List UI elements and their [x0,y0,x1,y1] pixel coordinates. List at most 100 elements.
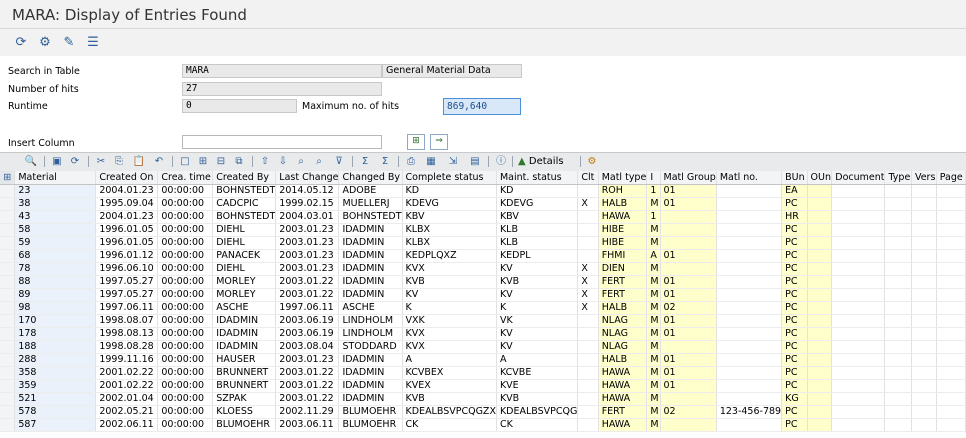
column-header[interactable]: Vers [911,171,937,185]
column-header[interactable]: BUn [781,171,808,185]
table-row[interactable]: 43 2004.01.23 00:00:00 BOHNSTEDT 2004.03.01 B… [0,210,966,224]
table-row[interactable]: 58 1996.01.05 00:00:00 DIEHL 2003.01.23 IDADM… [0,223,966,237]
row-selector[interactable] [0,262,16,276]
table-row[interactable]: 98 1997.06.11 00:00:00 ASCHE 1997.06.11 ASCHE… [0,301,966,315]
paste-icon[interactable]: 📋 [130,154,148,169]
select-all-icon[interactable]: ▣ [50,154,64,169]
find-icon[interactable]: ⌕ [294,154,308,169]
row-selector[interactable] [0,353,16,367]
table-cell: 1999.11.16 [95,353,159,367]
find-next-icon[interactable]: ⌕ [312,154,326,169]
table-row[interactable]: 578 2002.05.21 00:00:00 KLOESS 2002.11.29 BLU… [0,405,966,419]
row-selector[interactable] [0,314,16,328]
settings-icon[interactable]: ⚙ [585,154,599,169]
row-selector[interactable] [0,366,16,380]
row-selector[interactable] [0,288,16,302]
table-row[interactable]: 23 2004.01.23 00:00:00 BOHNSTEDT 2014.05.12 A… [0,184,966,198]
table-cell: PC [781,353,808,367]
table-row[interactable]: 288 1999.11.16 00:00:00 HAUSER 2003.01.23 IDA… [0,353,966,367]
table-row[interactable]: 587 2002.06.11 00:00:00 BLUMOEHR 2003.06.11 B… [0,418,966,432]
table-cell: 2003.08.04 [275,340,340,354]
sum-icon[interactable]: Σ [358,154,372,169]
table-row[interactable]: 38 1995.09.04 00:00:00 CADCPIC 1999.02.15 MUE… [0,197,966,211]
views-icon[interactable]: ▦ [422,154,440,169]
subtotal-icon[interactable]: Σ [376,154,394,169]
row-selector[interactable] [0,379,16,393]
refresh-icon[interactable]: ⟳ [68,154,82,169]
column-header[interactable]: Changed By [338,171,403,185]
column-header[interactable]: Created By [212,171,277,185]
sort-descending-icon[interactable]: ⇩ [276,154,290,169]
row-selector[interactable] [0,236,16,250]
insert-column-button[interactable]: ⊞ [407,134,425,150]
table-cell: KVX [402,327,497,341]
search-icon[interactable]: 🔍 [24,154,38,169]
row-selector[interactable] [0,418,16,432]
column-header[interactable]: Maint. status [496,171,579,185]
max-hits-input[interactable]: 869,640 [443,98,521,115]
column-header[interactable]: Clt [577,171,599,185]
table-row[interactable]: 188 1998.08.28 00:00:00 IDADMIN 2003.08.04 ST… [0,340,966,354]
row-selector[interactable] [0,275,16,289]
row-selector[interactable] [0,327,16,341]
column-header[interactable]: Matl Group [660,171,717,185]
insert-row-icon[interactable]: ⊞ [196,154,210,169]
sort-ascending-icon[interactable]: ⇧ [258,154,272,169]
list-icon[interactable]: ☰ [84,33,102,51]
export-icon[interactable]: ⇲ [444,154,462,169]
remove-column-button[interactable]: ⇒ [430,134,448,150]
details-button[interactable]: ▲ Details [518,154,578,169]
copy-row-icon[interactable]: ⧉ [232,154,246,169]
filter-icon[interactable]: ⊽ [330,154,348,169]
column-header[interactable]: Page [936,171,966,185]
selection-options-icon[interactable]: ⚙ [36,33,54,51]
column-header[interactable]: Matl type [598,171,648,185]
column-header[interactable]: I [646,171,661,185]
new-row-icon[interactable]: □ [178,154,192,169]
column-header[interactable]: Created On [95,171,159,185]
refresh-icon[interactable]: ⟳ [12,33,30,51]
row-selector[interactable] [0,210,16,224]
row-selector[interactable] [0,249,16,263]
undo-icon[interactable]: ↶ [152,154,166,169]
table-row[interactable]: 89 1997.05.27 00:00:00 MORLEY 2003.01.22 IDAD… [0,288,966,302]
row-selector[interactable] [0,392,16,406]
info-icon[interactable]: ⓘ [494,154,508,169]
row-selector[interactable] [0,197,16,211]
insert-column-input[interactable] [182,135,382,149]
column-header[interactable]: Matl no. [716,171,783,185]
column-header[interactable]: Type [884,171,912,185]
table-cell: 2001.02.22 [95,379,159,393]
table-row[interactable]: 178 1998.08.13 00:00:00 IDADMIN 2003.06.19 LI… [0,327,966,341]
table-row[interactable]: 78 1996.06.10 00:00:00 DIEHL 2003.01.23 IDADM… [0,262,966,276]
table-cell: KCVBE [496,366,579,380]
table-row[interactable]: 521 2002.01.04 00:00:00 SZPAK 2003.01.22 IDAD… [0,392,966,406]
delete-row-icon[interactable]: ⊟ [214,154,228,169]
table-row[interactable]: 359 2001.02.22 00:00:00 BRUNNERT 2003.01.22 I… [0,379,966,393]
column-header[interactable]: Material [14,171,97,185]
column-header[interactable]: OUn [807,171,833,185]
table-row[interactable]: 59 1996.01.05 00:00:00 DIEHL 2003.01.23 IDADM… [0,236,966,250]
row-selector[interactable] [0,340,16,354]
row-selector[interactable] [0,184,16,198]
grid-toolbar: 🔍 ▣ ⟳ ✂ ⎘ 📋 ↶ □ ⊞ ⊟ ⧉ ⇧ ⇩ ⌕ ⌕ ⊽ Σ Σ ⎙ ▦ … [0,152,966,172]
column-header[interactable]: Document [831,171,886,185]
table-row[interactable]: 358 2001.02.22 00:00:00 BRUNNERT 2003.01.22 I… [0,366,966,380]
table-cell: PC [781,249,808,263]
print-icon[interactable]: ⎙ [404,154,418,169]
layout-icon[interactable]: ▤ [466,154,484,169]
copy-icon[interactable]: ⎘ [112,154,126,169]
row-selector[interactable] [0,301,16,315]
table-row[interactable]: 68 1996.01.12 00:00:00 PANACEK 2003.01.23 IDA… [0,249,966,263]
column-header[interactable]: Crea. time [157,171,214,185]
table-row[interactable]: 170 1998.08.07 00:00:00 IDADMIN 2003.06.19 LI… [0,314,966,328]
table-cell: 2004.03.01 [275,210,340,224]
table-row[interactable]: 88 1997.05.27 00:00:00 MORLEY 2003.01.22 IDAD… [0,275,966,289]
execute-icon[interactable]: ✎ [60,33,78,51]
column-header[interactable]: Complete status [402,171,497,185]
row-selector[interactable] [0,405,16,419]
cut-icon[interactable]: ✂ [94,154,108,169]
row-selector[interactable] [0,223,16,237]
select-all-corner-icon[interactable]: ⊞ [0,171,16,185]
column-header[interactable]: Last Change [275,171,340,185]
